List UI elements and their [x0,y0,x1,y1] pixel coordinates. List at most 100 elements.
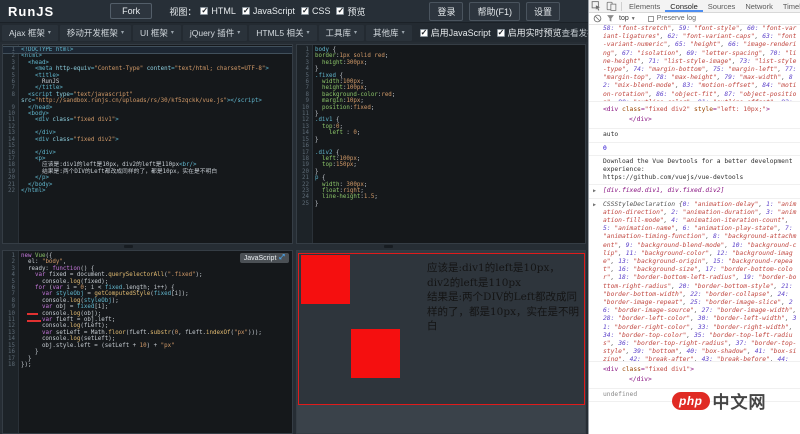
console-row[interactable]: auto [589,129,800,142]
checkbox-label: 启用实时预览 [508,26,562,39]
framework-tab[interactable]: 工具库▾ [319,25,365,41]
devtools-tab-timeline[interactable]: Timeline [778,0,800,12]
code-line[interactable]: 18}); [3,362,292,368]
line-number: 22 [3,188,18,194]
toolbar-toggles: 启用JavaScript 启用实时预览 [420,26,562,39]
js-panel-badge-label: JavaScript [244,255,277,262]
devtools-tab-elements[interactable]: Elements [624,0,665,12]
view-checkboxes: HTML JavaScript CSS 预览 [200,5,365,18]
framework-tab[interactable]: 移动开发框架▾ [60,25,131,41]
clear-console-icon[interactable] [593,14,602,23]
console-row[interactable]: <div class="fixed div1"></div> [589,362,800,389]
code-line[interactable]: 25} [297,201,585,207]
checkbox[interactable] [242,7,250,15]
execution-context-selector[interactable]: top▼ [619,15,636,22]
inspect-element-icon[interactable] [591,1,602,11]
preview-red-square-div2 [351,329,400,378]
error-marker [27,320,41,322]
framework-tabs: Ajax 框架▾移动开发框架▾UI 框架▾jQuery 插件▾HTML5 相关▾… [0,23,412,42]
checkbox-option[interactable]: CSS [301,6,331,16]
topbar-button[interactable]: 设置 [526,2,560,21]
js-editor-panel[interactable]: 1new Vue({2 el: "body",3 ready: function… [2,250,293,434]
code-line[interactable]: 22</html> [3,188,292,194]
console-row[interactable]: ▶CSSStyleDeclaration {0: "animation-dela… [589,199,800,362]
top-bar: RunJS Fork 视图： HTML JavaScript CSS 预览 登录帮助(… [0,0,588,22]
framework-tab[interactable]: 其他库▾ [366,25,412,41]
checkbox-label: HTML [211,6,236,16]
expand-panel-icon[interactable]: ⤢ [279,254,285,262]
checkbox[interactable] [200,7,208,15]
auth-buttons-group: 登录帮助(F1) 设置 [429,2,560,21]
preview-text-line1: 应该是:div1的left是10px，div2的left是110px [427,262,560,289]
framework-tab-label: 其他库 [373,27,399,39]
checkbox-option[interactable]: 启用JavaScript [420,26,491,39]
runjs-logo[interactable]: RunJS [8,4,54,19]
framework-tab[interactable]: HTML5 相关▾ [249,25,316,41]
splitter-handle[interactable] [124,245,133,248]
framework-tab-label: 工具库 [326,27,352,39]
divider [621,2,622,11]
chevron-down-icon: ▾ [48,29,51,36]
console-row[interactable]: 58: "font-stretch", 59: "font-style", 60… [589,23,800,102]
framework-tab[interactable]: UI 框架▾ [133,25,181,41]
runjs-page: RunJS Fork 视图： HTML JavaScript CSS 预览 登录帮助(… [0,0,588,434]
checkbox[interactable] [497,29,505,37]
devtools-tab-sources[interactable]: Sources [703,0,741,12]
framework-tab[interactable]: Ajax 框架▾ [2,25,58,41]
console-row[interactable]: Download the Vue Devtools for a better d… [589,156,800,186]
devtools-tab-console[interactable]: Console [665,0,703,12]
css-editor-panel[interactable]: 1body {2border:1px solid red;3 height:30… [296,44,586,244]
expand-arrow-icon[interactable]: ▶ [593,187,596,195]
chevron-down-icon: ▾ [237,29,240,36]
checkbox-option[interactable]: HTML [200,6,236,16]
chevron-down-icon: ▾ [121,29,124,36]
splitter-handle[interactable] [384,245,393,248]
preview-panel: 应该是:div1的left是10px，div2的left是110px 结果是:两… [296,250,586,434]
error-marker [27,313,38,315]
checkbox-option[interactable]: JavaScript [242,6,295,16]
device-toolbar-icon[interactable] [606,1,617,11]
checkbox[interactable] [420,29,428,37]
preserve-log-checkbox[interactable] [648,16,654,22]
view-label: 视图： [169,5,196,18]
preserve-log-toggle[interactable]: Preserve log [648,15,696,22]
checkbox-label: 启用JavaScript [431,26,491,39]
console-row[interactable]: ▶[div.fixed.div1, div.fixed.div2] [589,185,800,198]
framework-tab-label: jQuery 插件 [190,27,234,39]
chevron-down-icon: ▾ [307,29,310,36]
checkbox-option[interactable]: 启用实时预览 [497,26,562,39]
framework-tab[interactable]: jQuery 插件▾ [183,25,247,41]
devtools-tab-network[interactable]: Network [740,0,778,12]
css-code-area[interactable]: 1body {2border:1px solid red;3 height:30… [297,47,585,207]
context-label: top [619,15,629,22]
chevron-down-icon: ▾ [402,29,405,36]
expand-arrow-icon[interactable]: ▶ [593,201,596,209]
filter-icon[interactable] [606,14,615,23]
preview-paragraph: 应该是:div1的left是10px，div2的left是110px 结果是:两… [427,261,580,334]
checkbox-label: 预览 [347,5,365,18]
js-code-area[interactable]: 1new Vue({2 el: "body",3 ready: function… [3,253,292,368]
html-editor-panel[interactable]: 1<!DOCTYPE html>2<html>3 <head>4 <meta h… [2,44,293,244]
php-cn-text: 中文网 [713,388,767,413]
checkbox[interactable] [301,7,309,15]
html-code-area[interactable]: 1<!DOCTYPE html>2<html>3 <head>4 <meta h… [3,47,292,194]
console-row[interactable]: <div class="fixed div2" style="left: 10p… [589,102,800,129]
preview-text-line2: 结果是:两个DIV的Left都改成同样的了，都是10px，实在是不明白 [427,291,579,332]
topbar-button[interactable]: 帮助(F1) [469,2,520,21]
console-row[interactable]: 0 [589,143,800,156]
checkbox[interactable] [336,7,344,15]
console-log-area[interactable]: 58: "font-stretch", 59: "font-style", 60… [589,23,800,434]
framework-tab-label: Ajax 框架 [9,27,45,39]
chevron-down-icon: ▾ [354,29,357,36]
preview-red-square-div1 [301,255,350,304]
chevron-down-icon: ▾ [171,29,174,36]
topbar-button[interactable]: 登录 [429,2,463,21]
fork-button[interactable]: Fork [110,3,152,19]
checkbox-option[interactable]: 预览 [336,5,365,18]
preserve-log-label: Preserve log [657,15,696,22]
php-cn-watermark: php 中文网 [672,388,767,413]
framework-tab-label: 移动开发框架 [67,27,118,39]
js-panel-badge[interactable]: JavaScript ⤢ [240,253,289,263]
devtools-tabs: ElementsConsoleSourcesNetworkTimelinePro… [624,0,800,12]
line-number: 18 [3,362,18,368]
